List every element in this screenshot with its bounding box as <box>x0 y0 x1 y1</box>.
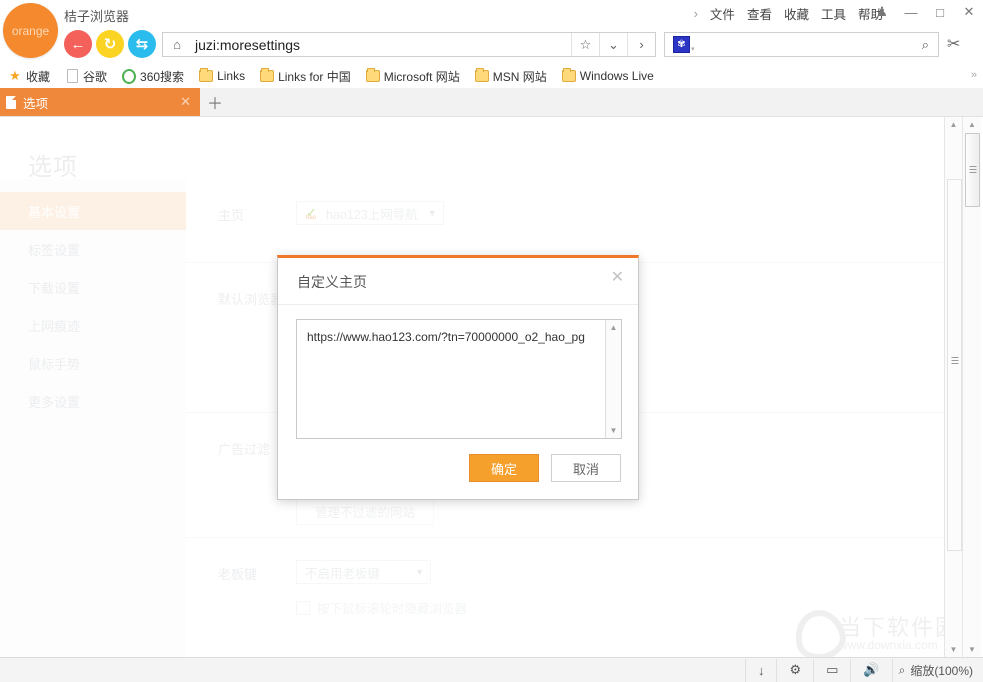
textarea-scroll-down-icon[interactable]: ▼ <box>606 423 621 438</box>
bookmark-label: Microsoft 网站 <box>384 68 460 85</box>
bookmark-microsoft-site[interactable]: Microsoft 网站 <box>366 68 460 85</box>
page-scroll-down-icon[interactable]: ▼ <box>963 642 981 657</box>
folder-icon <box>475 69 489 83</box>
maximize-button[interactable]: □ <box>932 3 948 21</box>
dialog-title: 自定义主页 <box>297 272 367 292</box>
menu-item-favorites[interactable]: 收藏 <box>784 4 809 23</box>
zoom-magnifier-icon: ⌕ <box>899 663 906 678</box>
home-icon[interactable]: ⌂ <box>163 37 191 52</box>
skin-shirt-icon[interactable]: ♟ <box>874 3 890 21</box>
zoom-control[interactable]: ⌕ 缩放(100%) <box>892 659 983 682</box>
folder-icon <box>199 69 213 83</box>
close-button[interactable]: ✕ <box>961 3 977 21</box>
bookmark-label: Links for 中国 <box>278 68 351 85</box>
bookmark-label: 360搜索 <box>140 68 184 85</box>
bookmarks-bar: ★ 收藏 谷歌 360搜索 Links Links for 中国 Microso… <box>0 64 983 88</box>
page-icon <box>65 69 79 83</box>
search-engine-chevron-icon[interactable]: ▾ <box>691 45 695 53</box>
address-bar[interactable]: ⌂ juzi:moresettings ☆ ⌄ › <box>162 32 656 57</box>
address-bar-text[interactable]: juzi:moresettings <box>191 37 571 53</box>
star-icon: ★ <box>8 69 22 83</box>
custom-homepage-dialog: 自定义主页 ✕ https://www.hao123.com/?tn=70000… <box>277 255 639 500</box>
menu-expand-chevron-icon[interactable]: › <box>694 6 698 21</box>
bookmark-label: Links <box>217 69 245 83</box>
bookmark-links[interactable]: Links <box>199 69 245 83</box>
bookmark-star-icon[interactable]: ☆ <box>571 33 599 56</box>
search-bar[interactable]: ✾ ▾ ⌕ <box>664 32 939 57</box>
menu-item-tools[interactable]: 工具 <box>821 4 846 23</box>
downloads-button[interactable]: ↓ <box>745 659 777 682</box>
textarea-scrollbar[interactable]: ▲ ▼ <box>605 320 621 438</box>
cancel-button[interactable]: 取消 <box>551 454 621 482</box>
search-magnifier-icon[interactable]: ⌕ <box>922 37 929 53</box>
app-brand-title: 桔子浏览器 <box>64 6 129 25</box>
menu-item-view[interactable]: 查看 <box>747 4 772 23</box>
bookmark-windows-live[interactable]: Windows Live <box>562 69 654 83</box>
folder-icon <box>260 69 274 83</box>
bookmark-label: Windows Live <box>580 69 654 83</box>
scroll-grip-icon <box>951 355 958 366</box>
tab-options[interactable]: 选项 ✕ <box>0 88 200 116</box>
bookmark-links-for-china[interactable]: Links for 中国 <box>260 68 351 85</box>
circle-icon <box>122 69 136 83</box>
menu-item-file[interactable]: 文件 <box>710 4 735 23</box>
address-dropdown-chevron-icon[interactable]: ⌄ <box>599 33 627 56</box>
app-logo[interactable]: orange <box>3 3 58 58</box>
bookmark-favorites[interactable]: ★ 收藏 <box>8 68 50 85</box>
bookmark-google[interactable]: 谷歌 <box>65 68 107 85</box>
home-return-button[interactable]: ⇆ <box>128 30 156 58</box>
page-scroll-thumb[interactable] <box>965 133 980 207</box>
bookmark-label: 收藏 <box>26 68 50 85</box>
menu-bar: › 文件 查看 收藏 工具 帮助 <box>694 4 883 23</box>
folder-icon <box>562 69 576 83</box>
dialog-header: 自定义主页 ✕ <box>278 258 638 305</box>
sound-icon[interactable]: 🔊 <box>850 659 891 682</box>
dialog-close-icon[interactable]: ✕ <box>611 270 624 286</box>
scroll-grip-icon <box>969 164 976 175</box>
minimize-button[interactable]: — <box>903 3 919 21</box>
window-controls: ♟ — □ ✕ <box>874 3 977 21</box>
back-button[interactable]: ← <box>64 30 92 58</box>
homepage-url-textarea[interactable]: https://www.hao123.com/?tn=70000000_o2_h… <box>296 319 622 439</box>
inner-scroll-thumb[interactable] <box>947 179 962 551</box>
page-scrollbar[interactable]: ▲ ▼ <box>962 117 981 657</box>
textarea-scroll-up-icon[interactable]: ▲ <box>606 320 621 335</box>
browser-window: 桔子浏览器 › 文件 查看 收藏 工具 帮助 ♟ — □ ✕ ← ↻ ⇆ ⌂ j… <box>0 0 983 681</box>
bookmark-msn-site[interactable]: MSN 网站 <box>475 68 547 85</box>
confirm-button[interactable]: 确定 <box>469 454 539 482</box>
bookmarks-overflow-icon[interactable]: » <box>971 69 977 81</box>
folder-icon <box>366 69 380 83</box>
go-navigate-icon[interactable]: › <box>627 33 655 56</box>
settings-gear-icon[interactable]: ⚙ <box>776 659 813 682</box>
homepage-url-value[interactable]: https://www.hao123.com/?tn=70000000_o2_h… <box>297 320 621 354</box>
status-bar: ↓ ⚙ ▭ 🔊 ⌕ 缩放(100%) <box>0 657 983 682</box>
bookmark-360-search[interactable]: 360搜索 <box>122 68 184 85</box>
reload-button[interactable]: ↻ <box>96 30 124 58</box>
tab-close-icon[interactable]: ✕ <box>177 94 194 110</box>
dialog-body: https://www.hao123.com/?tn=70000000_o2_h… <box>278 305 638 439</box>
tab-bar: 选项 ✕ ＋ <box>0 88 983 117</box>
bookmark-label: 谷歌 <box>83 68 107 85</box>
inner-scrollbar[interactable]: ▲ ▼ <box>944 117 962 657</box>
baidu-paw-icon[interactable]: ✾ <box>673 36 690 53</box>
zoom-label: 缩放(100%) <box>910 662 973 679</box>
inner-scroll-down-icon[interactable]: ▼ <box>945 642 962 657</box>
tab-label: 选项 <box>23 93 177 112</box>
screenshot-scissors-icon[interactable]: ✂ <box>947 34 960 54</box>
dialog-footer: 确定 取消 <box>469 454 621 482</box>
window-mode-icon[interactable]: ▭ <box>813 659 850 682</box>
bookmark-label: MSN 网站 <box>493 68 547 85</box>
page-icon <box>6 96 16 109</box>
new-tab-button[interactable]: ＋ <box>206 93 224 111</box>
title-bar: 桔子浏览器 › 文件 查看 收藏 工具 帮助 ♟ — □ ✕ <box>0 0 983 26</box>
page-scroll-up-icon[interactable]: ▲ <box>963 117 981 132</box>
inner-scroll-up-icon[interactable]: ▲ <box>945 117 962 132</box>
